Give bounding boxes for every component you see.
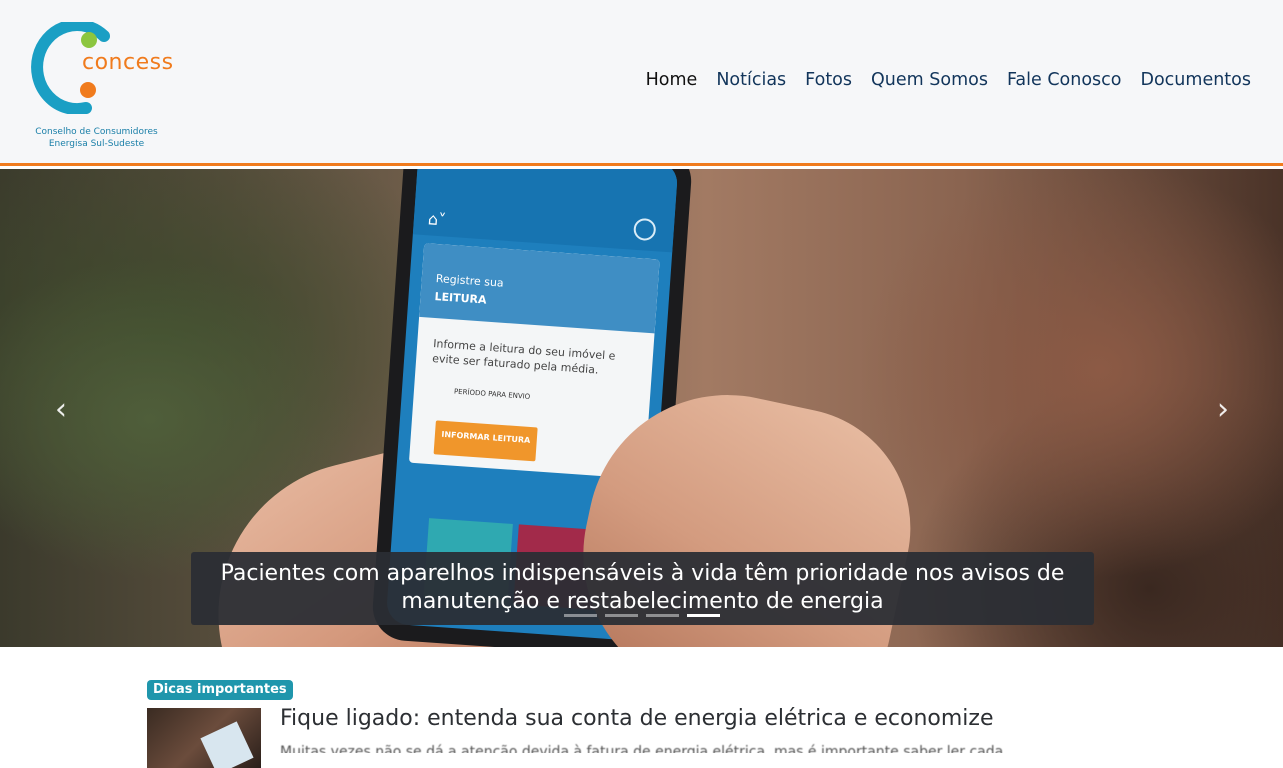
chevron-left-icon: ‹ [55,392,67,427]
logo-subtitle-line2: Energisa Sul-Sudeste [48,139,145,149]
carousel-next-button[interactable]: › [1208,395,1238,425]
logo-subtitle-line1: Conselho de Consumidores [35,127,158,137]
nav-item-quem-somos[interactable]: Quem Somos [871,70,988,90]
phone-card-body: Informe a leitura do seu imóvel e evite … [431,337,616,377]
carousel-indicator-active[interactable] [687,614,720,617]
home-icon: ⌂˅ [427,209,447,230]
phone-app-header [412,169,679,253]
nav-item-home[interactable]: Home [646,70,698,90]
carousel-indicator[interactable] [646,614,679,617]
logo-subtitle: Conselho de Consumidores Energisa Sul-Su… [24,126,169,150]
carousel-indicators [564,614,720,617]
post-excerpt-text: Muitas vezes não se dá a atenção devida … [280,744,1004,753]
chevron-right-icon: › [1217,392,1229,427]
logo-wordmark: concess [82,50,174,75]
carousel-indicator[interactable] [605,614,638,617]
category-badge[interactable]: Dicas importantes [147,680,293,700]
nav-item-documentos[interactable]: Documentos [1141,70,1252,90]
phone-card-period: PERÍODO PARA ENVIO [453,387,531,401]
phone-card-header [419,243,660,334]
post-thumbnail[interactable] [147,708,261,768]
carousel-indicator[interactable] [564,614,597,617]
main-nav: Home Notícias Fotos Quem Somos Fale Cono… [646,70,1251,90]
site-header: concess Conselho de Consumidores Energis… [0,0,1283,166]
concess-logo[interactable]: concess Conselho de Consumidores Energis… [24,20,184,155]
post-title[interactable]: Fique ligado: entenda sua conta de energ… [280,706,994,731]
nav-item-fale-conosco[interactable]: Fale Conosco [1007,70,1122,90]
hero-carousel: ⌂˅ Registre sua LEITURA Informe a leitur… [0,169,1283,647]
post-excerpt: Muitas vezes não se dá a atenção devida … [280,742,1080,753]
phone-card-button: INFORMAR LEITURA [433,420,538,462]
thumbnail-bill-image [200,721,254,768]
nav-item-noticias[interactable]: Notícias [716,70,786,90]
carousel-prev-button[interactable]: ‹ [46,395,76,425]
nav-item-fotos[interactable]: Fotos [805,70,852,90]
